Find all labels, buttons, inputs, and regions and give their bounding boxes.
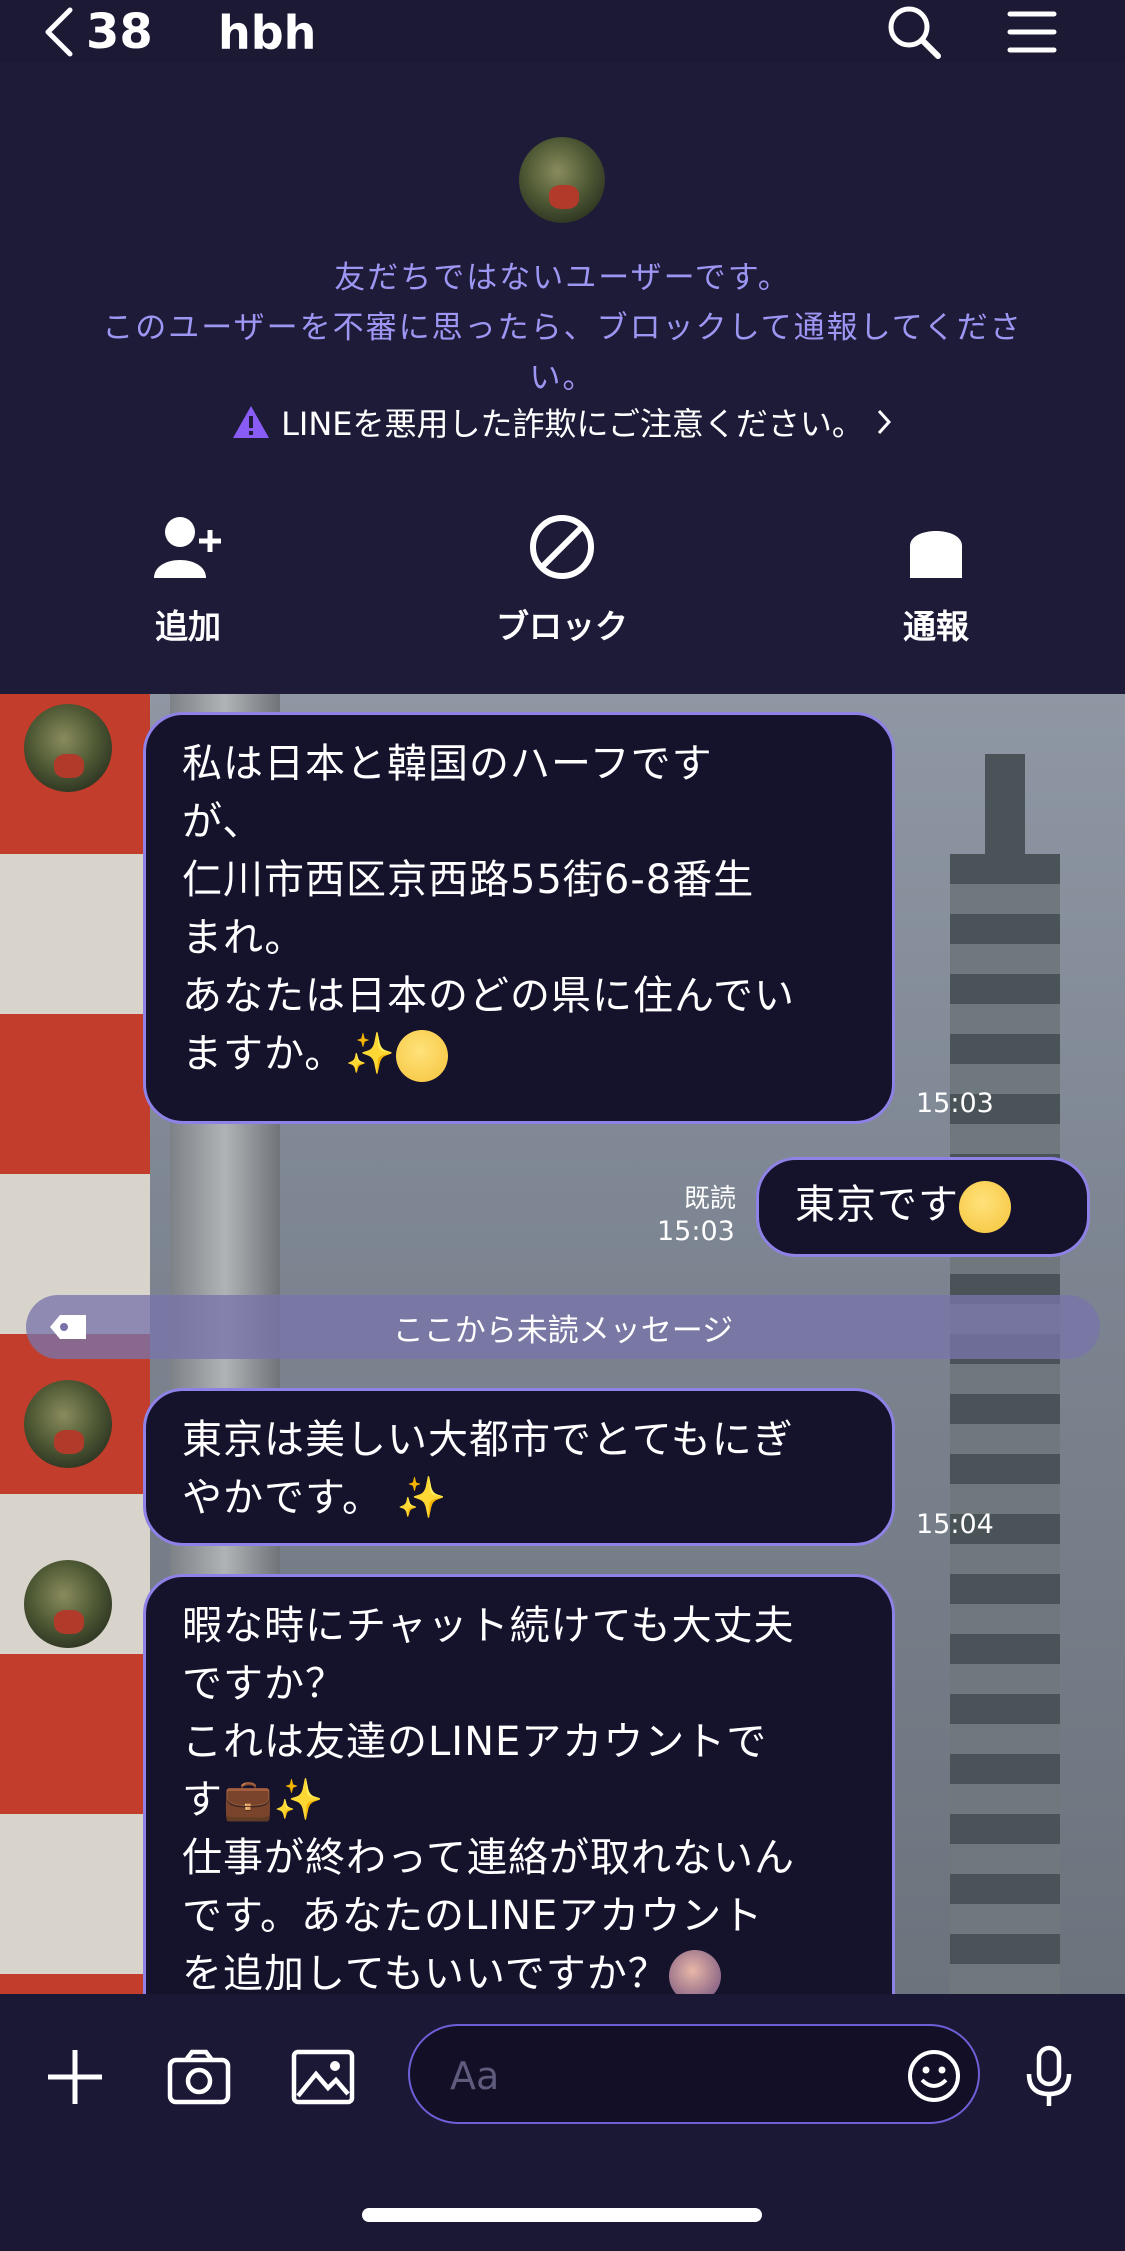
message-line: やかです。 (182, 1475, 383, 1521)
image-icon (291, 2049, 355, 2105)
message-time: 15:03 (916, 1088, 994, 1119)
message-line: まれ。 (182, 915, 306, 961)
emoji-icon[interactable] (906, 2048, 962, 2104)
sparkles-emoji: ✨ (345, 1031, 397, 1077)
notice-line-1: 友だちではないユーザーです。 (334, 260, 791, 296)
tag-icon (50, 1315, 86, 1339)
scam-warning-text: LINEを悪用した詐欺にご注意ください。 (281, 405, 864, 443)
report-label: 通報 (903, 607, 969, 646)
search-icon (888, 6, 941, 59)
report-icon (910, 531, 962, 578)
message-bubble-2[interactable]: 東京です (756, 1157, 1090, 1257)
message-line: を追加してもいいですか？ (182, 1951, 669, 1994)
back-button[interactable]: 38 (40, 2, 153, 62)
message-time: 15:04 (916, 1509, 994, 1540)
microphone-icon (1026, 2045, 1072, 2106)
background-tower-right (950, 854, 1060, 1994)
message-line: す (182, 1777, 223, 1823)
message-line: 私は日本と韓国のハーフです (182, 741, 713, 787)
home-indicator[interactable] (362, 2208, 762, 2222)
woman-emoji (668, 1950, 721, 1994)
add-label: 追加 (155, 607, 221, 646)
chevron-right-icon (877, 409, 891, 435)
sparkles-emoji: ✨ (273, 1777, 325, 1823)
avatar[interactable] (24, 1560, 112, 1648)
avatar[interactable] (519, 137, 605, 223)
notice-line-3: い。 (529, 360, 596, 396)
action-row: 追加 ブロック 通報 (0, 512, 1125, 652)
camera-icon (167, 2049, 231, 2105)
scam-warning-link[interactable]: LINEを悪用した詐欺にご注意ください。 (0, 399, 1125, 445)
block-label: ブロック (496, 607, 628, 646)
voice-button[interactable] (1016, 2044, 1082, 2110)
message-line: です。あなたのLINEアカウント (182, 1893, 764, 1939)
camera-button[interactable] (166, 2044, 232, 2110)
menu-icon (1007, 11, 1057, 53)
message-line: 東京は美しい大都市でとてもにぎ (182, 1417, 794, 1463)
chat-title: hbh (218, 6, 317, 60)
message-line: が、 (182, 799, 264, 845)
message-line: 暇な時にチャット続けても大丈夫 (182, 1603, 795, 1649)
block-icon (530, 515, 594, 579)
message-line: ですか？ (182, 1661, 346, 1707)
image-button[interactable] (290, 2044, 356, 2110)
report-button[interactable]: 通報 (836, 512, 1036, 648)
warning-icon (233, 406, 270, 438)
chat-area[interactable]: 私は日本と韓国のハーフです が、 仁川市西区京西路55街6-8番生 まれ。 あな… (0, 694, 1125, 1994)
background-tower-top (985, 754, 1025, 864)
message-bubble-4[interactable]: 暇な時にチャット続けても大丈夫 ですか？ これは友達のLINEアカウントで す💼… (143, 1574, 895, 1994)
message-line: 仁川市西区京西路55街6-8番生 (182, 857, 755, 903)
sparkles-emoji: ✨ (396, 1475, 448, 1521)
message-text: 東京です (795, 1182, 959, 1228)
block-button[interactable]: ブロック (462, 512, 662, 648)
message-time: 15:03 (657, 1216, 735, 1247)
message-line: これは友達のLINEアカウントで (182, 1719, 768, 1765)
plus-icon (48, 2050, 102, 2104)
grinning-face-emoji (959, 1181, 1011, 1233)
message-line: 仕事が終わって連絡が取れないん (182, 1835, 795, 1881)
unread-label: ここから未読メッセージ (392, 1312, 734, 1349)
message-input[interactable] (450, 2048, 870, 2104)
avatar[interactable] (24, 1380, 112, 1468)
unread-divider: ここから未読メッセージ (26, 1295, 1100, 1359)
message-line: あなたは日本のどの県に住んでい (182, 973, 795, 1019)
briefcase-emoji: 💼 (223, 1777, 274, 1823)
message-bubble-3[interactable]: 東京は美しい大都市でとてもにぎ やかです。 ✨ (143, 1388, 895, 1546)
confused-face-emoji (396, 1030, 449, 1082)
stranger-notice: 友だちではないユーザーです。 このユーザーを不審に思ったら、ブロックして通報して… (0, 62, 1125, 694)
menu-button[interactable] (1002, 2, 1062, 62)
add-user-icon (154, 517, 221, 578)
message-line: ますか。 (182, 1031, 346, 1077)
chat-header: 38 hbh (0, 0, 1125, 62)
message-bubble-1[interactable]: 私は日本と韓国のハーフです が、 仁川市西区京西路55街6-8番生 まれ。 あな… (143, 712, 895, 1124)
search-button[interactable] (884, 2, 944, 62)
add-friend-button[interactable]: 追加 (88, 512, 288, 648)
plus-button[interactable] (42, 2044, 108, 2110)
chevron-left-icon (45, 7, 73, 57)
notice-line-2: このユーザーを不審に思ったら、ブロックして通報してくださ (102, 310, 1023, 346)
read-receipt: 既読 (683, 1184, 736, 1214)
unread-count: 38 (86, 4, 153, 60)
message-input-field[interactable] (408, 2024, 980, 2124)
avatar[interactable] (24, 704, 112, 792)
